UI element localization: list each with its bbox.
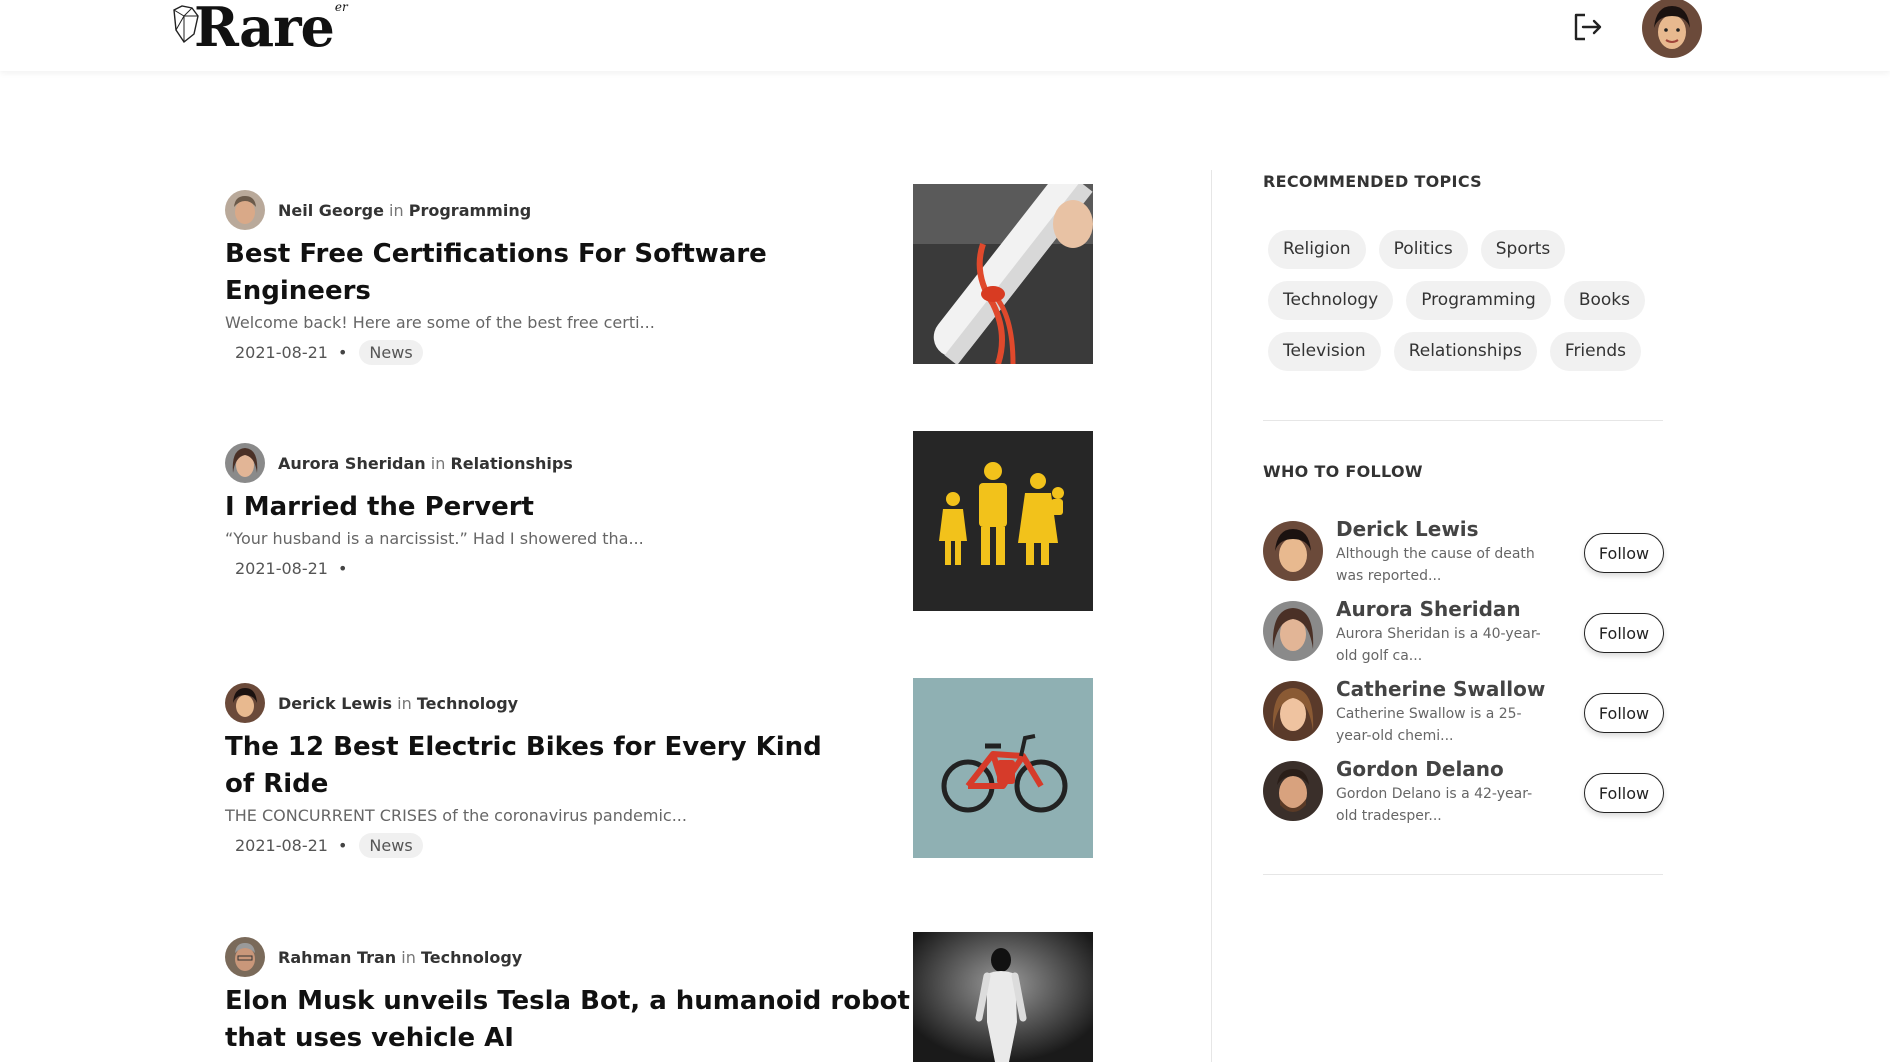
article-date: 2021-08-21 bbox=[235, 342, 328, 362]
logo-superscript: er bbox=[334, 0, 348, 14]
topic-pill[interactable]: Religion bbox=[1268, 230, 1366, 269]
follow-button[interactable]: Follow bbox=[1584, 613, 1664, 653]
author-name[interactable]: Neil George bbox=[278, 201, 384, 220]
follow-suggestion: Aurora Sheridan Aurora Sheridan is a 40-… bbox=[1263, 597, 1664, 681]
logout-icon[interactable] bbox=[1570, 10, 1604, 44]
separator-dot: • bbox=[337, 558, 348, 578]
author-name[interactable]: Rahman Tran bbox=[278, 948, 396, 967]
in-label: in bbox=[401, 947, 416, 967]
topic-pill[interactable]: Friends bbox=[1549, 332, 1642, 371]
sidebar-divider bbox=[1263, 874, 1663, 875]
topic-pill[interactable]: Politics bbox=[1378, 230, 1468, 269]
article-title[interactable]: The 12 Best Electric Bikes for Every Kin… bbox=[225, 729, 855, 803]
follow-avatar[interactable] bbox=[1263, 521, 1323, 581]
diamond-icon bbox=[173, 5, 199, 44]
follow-button[interactable]: Follow bbox=[1584, 533, 1664, 573]
follow-button[interactable]: Follow bbox=[1584, 693, 1664, 733]
who-to-follow-heading: WHO TO FOLLOW bbox=[1263, 462, 1423, 481]
topic-pill[interactable]: Programming bbox=[1406, 281, 1551, 320]
author-avatar[interactable] bbox=[225, 683, 265, 723]
in-label: in bbox=[397, 693, 412, 713]
separator-dot: • bbox=[337, 835, 348, 855]
follow-bio: Gordon Delano is a 42-year-old tradesper… bbox=[1336, 786, 1533, 824]
author-avatar[interactable] bbox=[225, 190, 265, 230]
article-title[interactable]: I Married the Pervert bbox=[225, 489, 855, 526]
in-label: in bbox=[389, 200, 404, 220]
follow-name[interactable]: Derick Lewis bbox=[1336, 517, 1479, 541]
topic-pill[interactable]: Technology bbox=[1268, 281, 1394, 320]
article-thumbnail[interactable] bbox=[913, 932, 1093, 1062]
article-tag[interactable]: News bbox=[359, 339, 423, 365]
recommended-topics-heading: RECOMMENDED TOPICS bbox=[1263, 172, 1482, 191]
topic-name[interactable]: Technology bbox=[421, 948, 522, 967]
article-date: 2021-08-21 bbox=[235, 558, 328, 578]
follow-avatar[interactable] bbox=[1263, 601, 1323, 661]
follow-bio: Catherine Swallow is a 25-year-old chemi… bbox=[1336, 706, 1522, 744]
follow-suggestion: Catherine Swallow Catherine Swallow is a… bbox=[1263, 677, 1664, 761]
user-avatar[interactable] bbox=[1642, 0, 1702, 58]
follow-avatar[interactable] bbox=[1263, 681, 1323, 741]
topic-name[interactable]: Relationships bbox=[450, 454, 572, 473]
content-divider bbox=[1211, 170, 1212, 1062]
author-avatar[interactable] bbox=[225, 443, 265, 483]
follow-name[interactable]: Catherine Swallow bbox=[1336, 677, 1545, 701]
separator-dot: • bbox=[337, 342, 348, 362]
follow-bio: Aurora Sheridan is a 40-year-old golf ca… bbox=[1336, 626, 1541, 664]
article-thumbnail[interactable] bbox=[913, 184, 1093, 364]
follow-suggestion: Gordon Delano Gordon Delano is a 42-year… bbox=[1263, 757, 1664, 841]
author-name[interactable]: Derick Lewis bbox=[278, 694, 392, 713]
follow-name[interactable]: Aurora Sheridan bbox=[1336, 597, 1521, 621]
topic-pill[interactable]: Books bbox=[1563, 281, 1645, 320]
topic-name[interactable]: Programming bbox=[409, 201, 531, 220]
topic-name[interactable]: Technology bbox=[417, 694, 518, 713]
article-title[interactable]: Elon Musk unveils Tesla Bot, a humanoid … bbox=[225, 983, 925, 1057]
author-avatar[interactable] bbox=[225, 937, 265, 977]
article-date: 2021-08-21 bbox=[235, 835, 328, 855]
site-logo[interactable]: Rare er bbox=[170, 0, 348, 62]
follow-button[interactable]: Follow bbox=[1584, 773, 1664, 813]
in-label: in bbox=[430, 453, 446, 473]
topic-pill[interactable]: Relationships bbox=[1393, 332, 1537, 371]
topic-pill[interactable]: Television bbox=[1268, 332, 1381, 371]
article-title[interactable]: Best Free Certifications For Software En… bbox=[225, 236, 855, 310]
follow-avatar[interactable] bbox=[1263, 761, 1323, 821]
topic-pill[interactable]: Sports bbox=[1480, 230, 1566, 269]
article-thumbnail[interactable] bbox=[913, 678, 1093, 858]
author-name[interactable]: Aurora Sheridan bbox=[278, 454, 426, 473]
follow-name[interactable]: Gordon Delano bbox=[1336, 757, 1504, 781]
sidebar-divider bbox=[1263, 420, 1663, 421]
recommended-topics: Religion Politics Sports Technology Prog… bbox=[1268, 230, 1688, 383]
top-header: Rare er bbox=[0, 0, 1890, 71]
follow-bio: Although the cause of death was reported… bbox=[1336, 546, 1535, 584]
follow-suggestion: Derick Lewis Although the cause of death… bbox=[1263, 517, 1664, 601]
article-thumbnail[interactable] bbox=[913, 431, 1093, 611]
article-tag[interactable]: News bbox=[359, 832, 423, 858]
